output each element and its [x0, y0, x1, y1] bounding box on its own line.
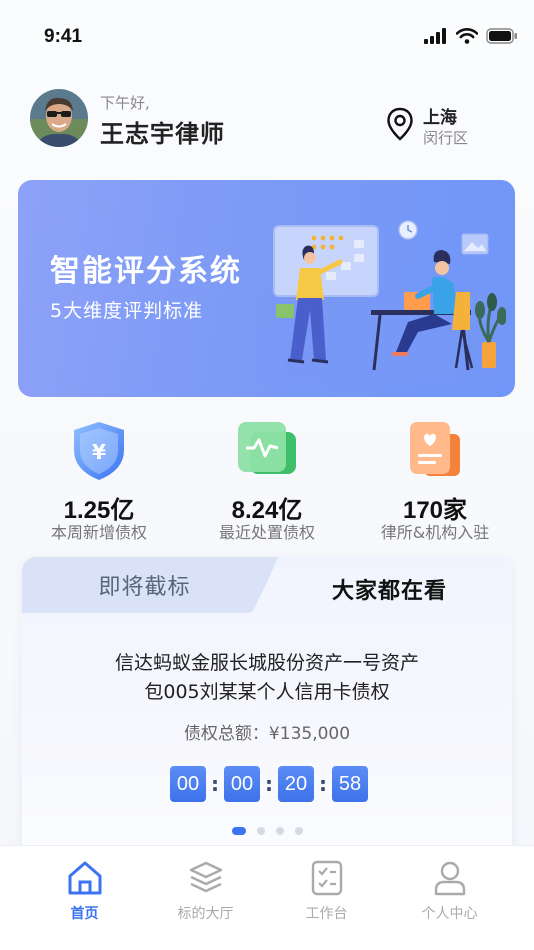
stat-new-claims[interactable]: ¥ 1.25亿 本周新增债权 [10, 418, 188, 548]
nav-listing-hall[interactable]: 标的大厅 [139, 860, 272, 930]
nav-label: 标的大厅 [177, 906, 234, 922]
tab-popular[interactable]: 大家都在看 [267, 557, 512, 621]
user-icon [434, 861, 465, 896]
countdown-seconds: 58 [332, 766, 368, 802]
countdown-separator: : [265, 772, 273, 796]
location-pin-icon [387, 107, 413, 141]
location-selector[interactable]: 上海 闵行区 [386, 103, 506, 149]
nav-profile[interactable]: 个人中心 [383, 860, 516, 930]
asset-title[interactable]: 信达蚂蚁金服长城股份资产一号资产 包005刘某某个人信用卡债权 [62, 649, 472, 707]
svg-text:¥: ¥ [92, 440, 106, 464]
nav-label: 首页 [70, 906, 99, 922]
stat-firms-joined[interactable]: 170家 律所&机构入驻 [346, 418, 524, 548]
countdown-separator: : [211, 772, 219, 796]
wifi-icon [456, 28, 478, 44]
cellular-signal-icon [424, 28, 446, 44]
countdown-separator: : [319, 772, 327, 796]
document-heart-icon [410, 422, 460, 476]
pager-dot[interactable] [276, 827, 284, 835]
greeting: 下午好, [100, 94, 150, 112]
asset-title-line2: 包005刘某某个人信用卡债权 [144, 681, 390, 703]
countdown-timer: 00 : 00 : 20 : 58 [170, 766, 368, 802]
claim-amount: 债权总额：¥135,000 [183, 724, 351, 744]
banner-subtitle: 5大维度评判标准 [50, 300, 204, 322]
battery-icon [486, 28, 517, 44]
layers-icon [189, 861, 222, 893]
banner-title: 智能评分系统 [50, 254, 242, 289]
countdown-days: 00 [170, 766, 206, 802]
shield-yen-icon: ¥ [74, 422, 124, 480]
asset-title-line1: 信达蚂蚁金服长城股份资产一号资产 [114, 652, 419, 674]
location-city: 上海 [423, 108, 457, 128]
bottom-nav: 首页 标的大厅 工作台 个人中心 [0, 845, 534, 950]
countdown-minutes: 20 [278, 766, 314, 802]
status-icons [424, 28, 518, 44]
lawyer-name: 王志宇律师 [100, 120, 225, 148]
stat-disposed-claims[interactable]: 8.24亿 最近处置债权 [178, 418, 356, 548]
home-icon [68, 861, 101, 895]
stat-label: 本周新增债权 [50, 523, 147, 542]
checklist-icon [311, 860, 342, 896]
nav-workbench[interactable]: 工作台 [260, 860, 393, 930]
stat-label: 最近处置债权 [218, 523, 315, 542]
nav-home[interactable]: 首页 [18, 860, 151, 930]
status-time: 9:41 [44, 26, 83, 47]
tab-closing-soon[interactable]: 即将截标 [22, 557, 267, 613]
carousel-pager [232, 827, 303, 835]
pager-dot[interactable] [257, 827, 265, 835]
pager-dot[interactable] [295, 827, 303, 835]
avatar[interactable] [30, 89, 88, 147]
promo-banner[interactable]: 智能评分系统 5大维度评判标准 [18, 180, 515, 397]
pager-dot-active[interactable] [232, 827, 246, 835]
avatar-photo [30, 89, 88, 147]
location-district: 闵行区 [423, 129, 469, 147]
nav-label: 个人中心 [421, 906, 478, 922]
pulse-card-icon [238, 422, 296, 474]
stat-label: 律所&机构入驻 [380, 523, 490, 542]
nav-label: 工作台 [305, 906, 348, 922]
countdown-hours: 00 [224, 766, 260, 802]
status-bar: 9:41 [0, 0, 534, 72]
banner-illustration [256, 220, 506, 382]
auction-card: 即将截标 大家都在看 信达蚂蚁金服长城股份资产一号资产 包005刘某某个人信用卡… [22, 557, 512, 857]
tab-bar: 即将截标 大家都在看 [22, 557, 512, 613]
